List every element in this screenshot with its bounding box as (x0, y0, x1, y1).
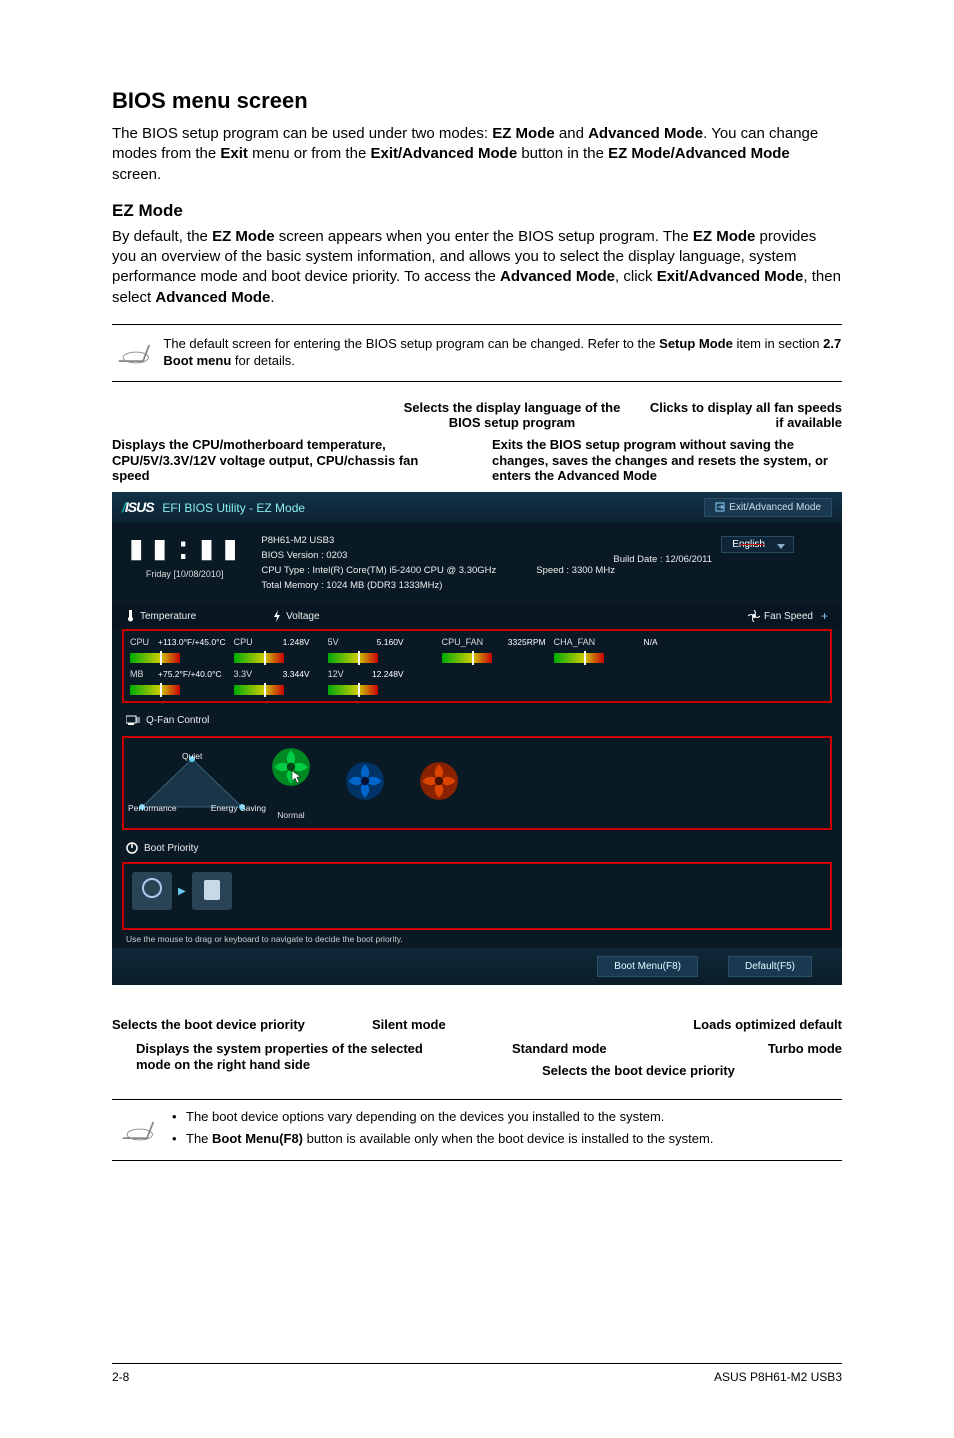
fan-icon (748, 610, 760, 622)
temp-mb-label: MB (130, 669, 152, 679)
note-icon (112, 1110, 164, 1150)
volt-33-val: 3.344V (262, 669, 310, 679)
fan-orange-icon (418, 760, 460, 802)
fan-cha-label: CHA_FAN (554, 637, 604, 647)
fan-cha-val: N/A (610, 637, 658, 647)
note-text-top: The default screen for entering the BIOS… (155, 336, 842, 370)
fan-header: Fan Speed (748, 610, 813, 622)
qfan-icon (126, 713, 140, 728)
intro-paragraph: The BIOS setup program can be used under… (112, 124, 842, 185)
volt-12-label: 12V (328, 669, 350, 679)
bios-screenshot: /ISUS EFI BIOS Utility - EZ Mode Exit/Ad… (112, 492, 842, 986)
boot-device-disk[interactable] (132, 872, 172, 910)
system-info: P8H61-M2 USB3 BIOS Version : 0203 CPU Ty… (261, 533, 615, 594)
boot-zone: ▶ (122, 862, 832, 930)
callout-standard: Standard mode (512, 1041, 607, 1057)
asus-logo: /ISUS (122, 499, 154, 515)
callout-exit: Exits the BIOS setup program without sav… (492, 437, 842, 484)
volt-cpu-label: CPU (234, 637, 256, 647)
exit-button-label: Exit/Advanced Mode (729, 502, 821, 513)
exit-advanced-mode-button[interactable]: Exit/Advanced Mode (704, 498, 832, 517)
exit-icon (715, 502, 725, 512)
bios-version: BIOS Version : 0203 (261, 548, 615, 563)
volt-cpu-val: 1.248V (262, 637, 310, 647)
note-bullet-1: The boot device options vary depending o… (172, 1108, 713, 1126)
boot-order-arrow: ▶ (178, 886, 186, 897)
model-label: P8H61-M2 USB3 (261, 533, 615, 548)
callout-lang: Selects the display language of the BIOS… (402, 400, 622, 431)
callout-sensors: Displays the CPU/motherboard temperature… (112, 437, 442, 484)
fan-cpu-bar (442, 653, 492, 663)
callout-boot-priority: Selects the boot device priority (112, 1017, 305, 1033)
clock-date: Friday [10/08/2010] (126, 569, 243, 579)
volt-12-bar (328, 685, 378, 695)
mode-power-saving[interactable] (418, 760, 460, 806)
boot-hint: Use the mouse to drag or keyboard to nav… (126, 934, 828, 944)
cpu-speed: Speed : 3300 MHz (536, 563, 615, 578)
sensor-zone: CPU +113.0°F/+45.0°C MB +75.2°F/+40.0°C CP… (122, 629, 832, 703)
qfan-label: Q-Fan Control (146, 715, 209, 726)
mode-asus-optimal[interactable] (344, 760, 386, 806)
note-bullet-2: The Boot Menu(F8) button is available on… (172, 1130, 713, 1148)
bios-header-title: EFI BIOS Utility - EZ Mode (162, 501, 305, 515)
default-button[interactable]: Default(F5) (728, 956, 812, 977)
volt-33-bar (234, 685, 284, 695)
page-number: 2-8 (112, 1370, 129, 1384)
boot-priority-label: Boot Priority (144, 843, 198, 854)
power-icon (126, 842, 138, 854)
fan-blue-icon (344, 760, 386, 802)
ez-mode-title: EZ Mode (112, 201, 842, 221)
volt-5-label: 5V (328, 637, 350, 647)
profile-zone: Quiet Performance Energy Saving Normal (122, 736, 832, 830)
temp-cpu-label: CPU (130, 637, 152, 647)
callout-turbo: Turbo mode (768, 1041, 842, 1057)
callout-displays-props: Displays the system properties of the se… (136, 1041, 436, 1072)
mode-normal[interactable]: Normal (270, 746, 312, 820)
cursor-icon (291, 770, 303, 786)
temp-cpu-bar (130, 653, 180, 663)
mode-normal-label: Normal (270, 810, 312, 820)
footer-product: ASUS P8H61-M2 USB3 (714, 1370, 842, 1384)
ez-mode-body: By default, the EZ Mode screen appears w… (112, 227, 842, 308)
page-title: BIOS menu screen (112, 88, 842, 114)
profile-quiet: Quiet (182, 751, 202, 761)
clock-display: ▮▮:▮▮ (126, 533, 243, 564)
fan-cpu-val: 3325RPM (498, 637, 546, 647)
build-date: Build Date : 12/06/2011 (613, 552, 712, 567)
volt-5-val: 5.160V (356, 637, 404, 647)
boot-device-usb[interactable] (192, 872, 232, 910)
profile-performance: Performance (128, 803, 177, 813)
callout-selects-boot2: Selects the boot device priority (542, 1063, 735, 1079)
cpu-type: CPU Type : Intel(R) Core(TM) i5-2400 CPU… (261, 563, 496, 578)
fan-cha-bar (554, 653, 604, 663)
volt-cpu-bar (234, 653, 284, 663)
expand-fan-icon[interactable]: + (821, 609, 828, 623)
total-memory: Total Memory : 1024 MB (DDR3 1333MHz) (261, 578, 615, 593)
fan-cpu-label: CPU_FAN (442, 637, 492, 647)
temp-cpu-val: +113.0°F/+45.0°C (158, 637, 226, 647)
profile-triangle[interactable]: Quiet Performance Energy Saving (132, 753, 252, 813)
volt-5-bar (328, 653, 378, 663)
temp-mb-bar (130, 685, 180, 695)
callout-silent: Silent mode (372, 1017, 446, 1033)
callout-loads-default: Loads optimized default (693, 1017, 842, 1033)
volt-12-val: 12.248V (356, 669, 404, 679)
volt-header: Voltage (272, 610, 319, 622)
thermometer-icon (126, 610, 136, 622)
callout-fan: Clicks to display all fan speeds if avai… (642, 400, 842, 431)
profile-energy: Energy Saving (211, 803, 266, 813)
temp-header: Temperature (126, 610, 196, 622)
volt-33-label: 3.3V (234, 669, 256, 679)
note-icon (112, 333, 155, 373)
bolt-icon (272, 610, 282, 622)
temp-mb-val: +75.2°F/+40.0°C (158, 669, 222, 679)
boot-menu-button[interactable]: Boot Menu(F8) (597, 956, 698, 977)
